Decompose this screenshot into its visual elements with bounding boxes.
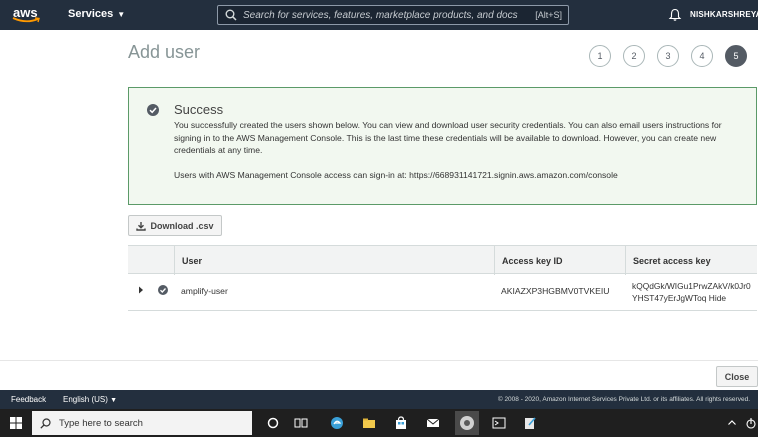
cortana-icon[interactable]	[264, 414, 282, 432]
chrome-browser-icon[interactable]	[455, 411, 479, 435]
download-csv-button[interactable]: Download .csv	[128, 215, 222, 236]
store-icon[interactable]	[392, 414, 410, 432]
expand-row-icon[interactable]	[138, 286, 144, 294]
wizard-step-3[interactable]: 3	[657, 45, 679, 67]
hide-secret-link[interactable]: Hide	[709, 293, 726, 303]
aws-smile-icon	[12, 17, 40, 23]
wizard-step-4[interactable]: 4	[691, 45, 713, 67]
feedback-link[interactable]: Feedback	[11, 395, 46, 404]
task-view-icon[interactable]	[292, 414, 310, 432]
taskbar-search-input[interactable]	[59, 417, 239, 429]
notepad-icon[interactable]	[521, 414, 539, 432]
success-title: Success	[174, 102, 224, 117]
console-footer: Feedback English (US) ▼ © 2008 - 2020, A…	[0, 390, 758, 409]
cell-user: amplify-user	[181, 286, 228, 296]
caret-down-icon: ▼	[117, 9, 126, 19]
header-spacer	[128, 246, 174, 275]
download-icon	[136, 221, 147, 231]
download-csv-label: Download .csv	[150, 220, 214, 231]
search-input[interactable]	[243, 9, 536, 21]
language-label: English (US)	[63, 395, 108, 404]
table-header: User Access key ID Secret access key	[128, 245, 757, 275]
account-menu[interactable]: NISHKARSHREYA	[690, 10, 758, 19]
column-header-access-key: Access key ID	[494, 246, 625, 275]
copyright-text: © 2008 - 2020, Amazon Internet Services …	[497, 396, 750, 403]
page-title: Add user	[128, 42, 201, 62]
terminal-icon[interactable]	[490, 414, 508, 432]
close-button[interactable]: Close	[716, 366, 758, 387]
tray-network-icon[interactable]	[745, 417, 757, 429]
column-header-user: User	[174, 246, 494, 275]
wizard-steps: 1 2 3 4 5	[589, 45, 747, 67]
language-selector[interactable]: English (US) ▼	[63, 395, 117, 404]
credentials-table: User Access key ID Secret access key amp…	[128, 245, 757, 311]
signin-url-text: Users with AWS Management Console access…	[174, 170, 618, 180]
search-icon	[225, 9, 237, 21]
edge-browser-icon[interactable]	[328, 414, 346, 432]
windows-taskbar	[0, 409, 758, 437]
row-success-icon	[158, 285, 168, 295]
success-message: You successfully created the users shown…	[174, 120, 722, 156]
file-explorer-icon[interactable]	[360, 414, 378, 432]
caret-down-icon: ▼	[110, 397, 118, 404]
wizard-step-5: 5	[725, 45, 747, 67]
success-check-icon	[147, 104, 159, 116]
mail-icon[interactable]	[424, 414, 442, 432]
services-menu-button[interactable]: Services ▼	[68, 8, 125, 20]
divider	[0, 360, 758, 361]
column-header-secret-key: Secret access key	[625, 246, 757, 275]
wizard-step-1[interactable]: 1	[589, 45, 611, 67]
unified-search-box[interactable]: [Alt+S]	[217, 5, 569, 25]
services-label: Services	[68, 8, 114, 20]
cell-secret-key: kQQdGk/WIGu1PrwZAkV/k0Jr0YHST47yErJgWToq…	[632, 280, 752, 304]
success-alert: Success You successfully created the use…	[128, 87, 757, 205]
windows-start-icon[interactable]	[10, 417, 22, 429]
taskbar-search[interactable]	[32, 411, 252, 435]
search-icon	[40, 417, 51, 429]
notifications-bell-icon[interactable]	[668, 8, 682, 22]
cell-access-key: AKIAZXP3HGBMV0TVKEIU	[501, 286, 610, 296]
top-navigation-bar: aws Services ▼ [Alt+S] NISHKARSHREYA	[0, 0, 758, 30]
table-row: amplify-user AKIAZXP3HGBMV0TVKEIU kQQdGk…	[128, 274, 757, 311]
aws-logo[interactable]: aws	[12, 4, 46, 26]
wizard-step-2[interactable]: 2	[623, 45, 645, 67]
aws-console-window: aws Services ▼ [Alt+S] NISHKARSHREYA Add…	[0, 0, 758, 437]
secret-key-value: kQQdGk/WIGu1PrwZAkV/k0Jr0YHST47yErJgWToq	[632, 281, 751, 303]
tray-expand-icon[interactable]	[727, 418, 737, 428]
search-shortcut-hint: [Alt+S]	[535, 10, 562, 20]
